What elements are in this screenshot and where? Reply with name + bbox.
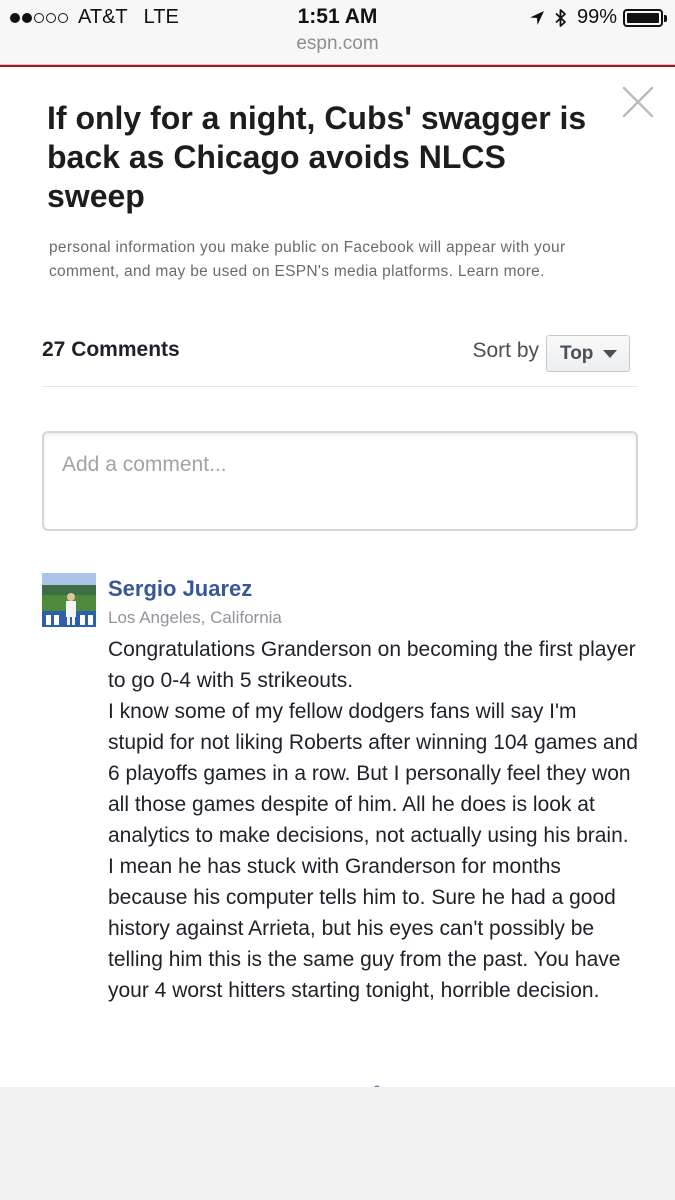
chevron-down-icon: [603, 349, 618, 358]
browser-background: [0, 1087, 675, 1200]
commenter-location: Los Angeles, California: [108, 608, 282, 627]
status-bar: AT&T LTE 1:51 AM 99% espn.com: [0, 0, 675, 65]
close-button[interactable]: [621, 85, 655, 119]
sort-value: Top: [560, 342, 594, 364]
avatar[interactable]: [42, 573, 96, 627]
sort-dropdown[interactable]: Top: [546, 335, 630, 372]
battery-icon: [623, 8, 667, 27]
comment-paragraph: I know some of my fellow dodgers fans wi…: [108, 700, 638, 1002]
learn-more-link[interactable]: Learn more.: [458, 263, 545, 280]
comment-input-placeholder: Add a comment...: [62, 453, 227, 476]
divider: [42, 386, 638, 387]
location-arrow-icon: [529, 10, 545, 26]
commenter-name[interactable]: Sergio Juarez: [108, 576, 252, 602]
battery-percent: 99%: [576, 6, 617, 28]
close-icon: [622, 86, 654, 118]
comments-count: 27 Comments: [42, 338, 180, 361]
comment-paragraph: Congratulations Granderson on becoming t…: [108, 638, 636, 692]
sort-label: Sort by: [472, 339, 539, 362]
comment-input[interactable]: Add a comment...: [42, 431, 638, 531]
address-bar-url[interactable]: espn.com: [0, 33, 675, 55]
status-right: 99%: [529, 6, 667, 29]
comment-body: Congratulations Granderson on becoming t…: [108, 634, 638, 1006]
facebook-disclaimer: personal information you make public on …: [49, 236, 639, 284]
loading-spinner-icon: [370, 1080, 384, 1087]
comments-sheet: If only for a night, Cubs' swagger is ba…: [0, 67, 675, 1087]
article-title: If only for a night, Cubs' swagger is ba…: [47, 100, 587, 214]
bluetooth-icon: [555, 8, 567, 28]
